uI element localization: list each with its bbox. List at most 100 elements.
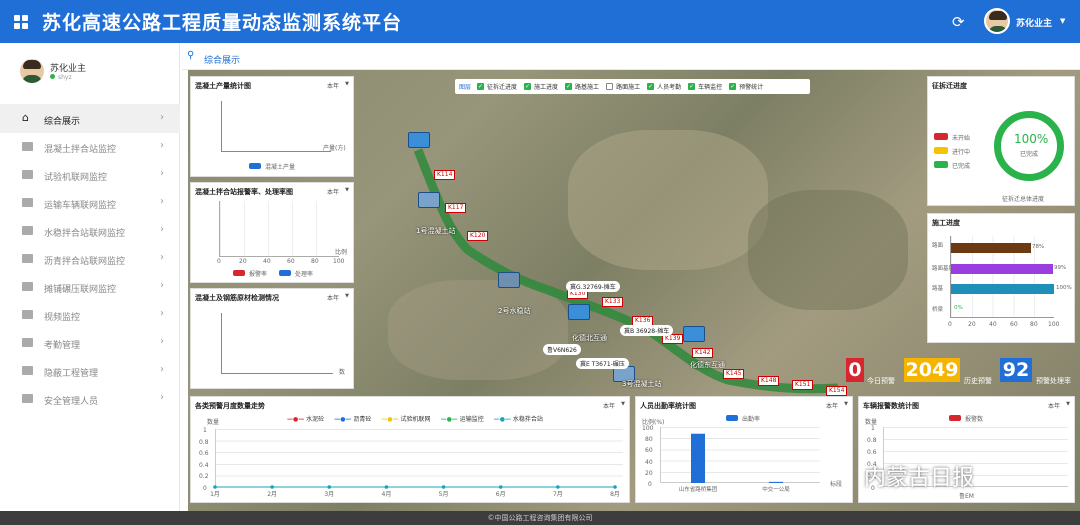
attendance-bar[interactable] — [691, 433, 705, 483]
location-pin-icon: ⚲ — [187, 50, 195, 61]
chevron-down-icon[interactable]: ▼ — [345, 293, 349, 299]
sidebar-item-overview[interactable]: ⌂ 综合展示 › — [0, 105, 180, 133]
sidebar-item-vehicles[interactable]: 运输车辆联网监控 › — [0, 189, 180, 217]
legend-swatch — [279, 270, 291, 276]
layer-demolition-checkbox[interactable]: ✓ 征拆迁进度 — [477, 82, 517, 91]
today-warning-count: 0 — [846, 358, 864, 382]
app-grid-icon[interactable] — [14, 14, 28, 29]
warning-handle-rate: 92 — [1000, 358, 1032, 382]
sidebar-item-asphalt[interactable]: 沥青拌合站联网监控 › — [0, 245, 180, 273]
sidebar-item-hidden-works[interactable]: 隐蔽工程管理 › — [0, 357, 180, 385]
sidebar-user-name: 苏化业主 — [50, 64, 87, 74]
sidebar-item-paving[interactable]: 摊铺碾压联网监控 › — [0, 273, 180, 301]
layer-warning-checkbox[interactable]: ✓ 预警统计 — [729, 82, 763, 91]
watermark: 内蒙古日报 — [864, 466, 975, 491]
stake-marker[interactable]: K114 — [434, 170, 456, 180]
chevron-right-icon: › — [160, 336, 164, 347]
folder-icon — [22, 142, 33, 151]
plant-building-icon[interactable] — [418, 192, 440, 208]
refresh-icon[interactable]: ⟳ — [952, 13, 965, 31]
chevron-down-icon[interactable]: ▼ — [345, 81, 349, 87]
attendance-bar[interactable] — [769, 481, 783, 483]
folder-icon — [22, 226, 33, 235]
vehicle-plate[interactable]: 冀G.32769-摊车 — [566, 281, 620, 292]
chevron-right-icon: › — [160, 196, 164, 207]
site-label[interactable]: 3号混凝土站 — [622, 379, 661, 389]
site-label[interactable]: 1号混凝土站 — [416, 226, 455, 236]
sidebar-item-testing[interactable]: 试验机联网监控 › — [0, 161, 180, 189]
plant-building-icon[interactable] — [568, 304, 590, 320]
layer-vehicles-checkbox[interactable]: ✓ 车辆监控 — [688, 82, 722, 91]
stake-marker[interactable]: K148 — [758, 376, 780, 386]
stake-marker[interactable]: K151 — [792, 380, 814, 390]
chevron-right-icon: › — [160, 364, 164, 375]
vehicle-plate[interactable]: 冀E T3671-碾压 — [576, 358, 629, 369]
progress-bar-pavement — [951, 243, 1032, 253]
chevron-down-icon[interactable]: ▼ — [345, 187, 349, 193]
chevron-right-icon: › — [160, 252, 164, 263]
x-tick-label: 2月 — [267, 491, 277, 498]
progress-bar-base — [951, 264, 1053, 274]
sidebar-item-safety[interactable]: 安全管理人员 › — [0, 385, 180, 413]
check-icon: ✓ — [565, 83, 573, 90]
status-badge: shyz — [50, 74, 72, 81]
chevron-right-icon: › — [160, 392, 164, 403]
breadcrumb: ⚲ 综合展示 — [182, 43, 1080, 70]
site-label[interactable]: 2号水稳站 — [498, 306, 530, 316]
chevron-right-icon: › — [160, 112, 164, 123]
sidebar-item-attendance[interactable]: 考勤管理 › — [0, 329, 180, 357]
trend-point — [556, 485, 560, 489]
layer-pavement-checkbox[interactable]: 路面施工 — [606, 82, 640, 91]
check-icon: ✓ — [729, 83, 737, 90]
stake-marker[interactable]: K133 — [602, 297, 624, 307]
plant-building-icon[interactable] — [408, 132, 430, 148]
check-icon: ✓ — [688, 83, 696, 90]
site-label[interactable]: 化德北互通 — [572, 333, 607, 343]
legend-swatch — [249, 163, 261, 169]
stake-marker[interactable]: K142 — [692, 348, 714, 358]
layer-attendance-checkbox[interactable]: ✓ 人员考勤 — [647, 82, 681, 91]
chevron-right-icon: › — [160, 140, 164, 151]
sidebar-item-video[interactable]: 视频监控 › — [0, 301, 180, 329]
sidebar-menu: ⌂ 综合展示 › 混凝土拌合站监控 › 试验机联网监控 › 运输车辆联网监控 › 水稳拌合… — [0, 105, 180, 413]
avatar — [20, 59, 44, 83]
x-tick-label: 5月 — [439, 491, 449, 498]
app-title: 苏化高速公路工程质量动态监测系统平台 — [42, 12, 403, 34]
sidebar: 苏化业主 shyz ⌂ 综合展示 › 混凝土拌合站监控 › 试验机联网监控 › 运输车辆… — [0, 43, 180, 513]
x-tick-label: 7月 — [553, 491, 563, 498]
header-bar: 苏化高速公路工程质量动态监测系统平台 ⟳ 苏化业主 ▼ — [0, 0, 1080, 43]
folder-icon — [22, 338, 33, 347]
stake-marker[interactable]: K120 — [467, 231, 489, 241]
attendance-panel: 人员出勤率统计图 本年 ▼ 出勤率 比例(%) 100 80 60 40 20 … — [635, 396, 853, 503]
avatar[interactable] — [984, 8, 1010, 34]
stake-marker[interactable]: K145 — [723, 369, 745, 379]
trend-point — [327, 485, 332, 489]
trend-point — [613, 485, 617, 489]
trend-point — [498, 485, 503, 489]
layer-subgrade-checkbox[interactable]: ✓ 路基施工 — [565, 82, 599, 91]
stake-marker[interactable]: K117 — [445, 203, 467, 213]
folder-icon — [22, 310, 33, 319]
stake-marker[interactable]: K154 — [826, 386, 848, 396]
warning-trend-chart: 1月 2月 3月 4月 5月 6月 7月 8月 — [210, 485, 620, 498]
site-label[interactable]: 化德东互通 — [690, 360, 725, 370]
footer: ©中国公路工程咨询集团有限公司 — [0, 511, 1080, 525]
plant-building-icon[interactable] — [498, 272, 520, 288]
x-tick-label: 4月 — [382, 491, 392, 498]
trend-point — [213, 485, 217, 489]
sidebar-item-water-stable[interactable]: 水稳拌合站联网监控 › — [0, 217, 180, 245]
steel-test-panel: 混凝土及钢筋原材检测情况 本年 ▼ 数 — [190, 288, 354, 389]
vehicle-plate[interactable]: 鲁V6N626 — [543, 344, 581, 355]
sidebar-item-concrete[interactable]: 混凝土拌合站监控 › — [0, 133, 180, 161]
layer-construction-checkbox[interactable]: ✓ 施工进度 — [524, 82, 558, 91]
chevron-right-icon: › — [160, 308, 164, 319]
plant-building-icon[interactable] — [683, 326, 705, 342]
folder-icon — [22, 170, 33, 179]
unchecked-box-icon — [606, 83, 614, 90]
chevron-down-icon[interactable]: ▼ — [1060, 17, 1065, 25]
trend-point — [270, 485, 274, 489]
layer-toggle-bar: 图层 ✓ 征拆迁进度 ✓ 施工进度 ✓ 路基施工 路面施工 ✓ 人员考勤 ✓ 车辆监控 ✓… — [455, 79, 810, 94]
user-name[interactable]: 苏化业主 — [1016, 16, 1052, 29]
vehicle-plate[interactable]: 冀B 36928-摊车 — [620, 325, 674, 336]
chevron-down-icon[interactable]: ▼ — [1066, 401, 1070, 407]
